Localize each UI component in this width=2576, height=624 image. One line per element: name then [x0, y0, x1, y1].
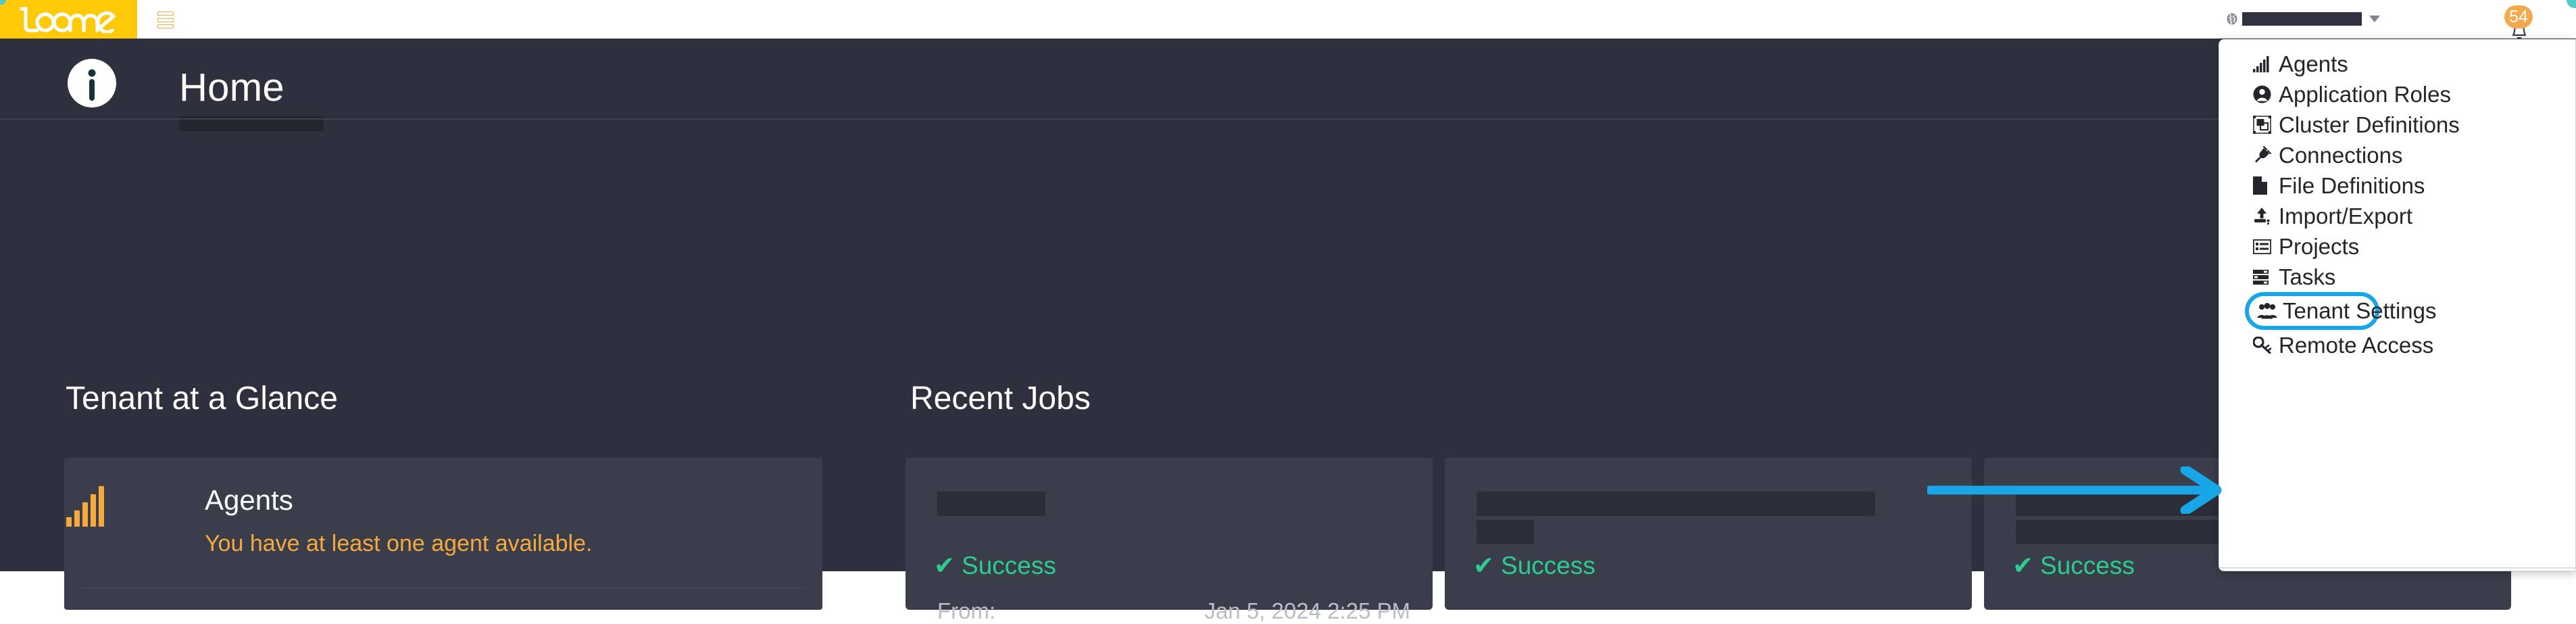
check-icon: ✔: [2012, 552, 2034, 579]
job-from-label: From:: [937, 598, 996, 623]
top-bar: 54: [0, 0, 2576, 41]
tenant-selector[interactable]: [2226, 9, 2380, 28]
job-card[interactable]: ✔ Success: [1445, 458, 1972, 610]
menu-item-import-export[interactable]: Import/Export: [2219, 201, 2575, 231]
menu-item-connections[interactable]: Connections: [2219, 140, 2575, 170]
tasks-icon: [2253, 267, 2273, 287]
loome-wordmark: [19, 6, 116, 33]
menu-item-label: Tasks: [2279, 264, 2336, 289]
job-status: ✔ Success: [2012, 551, 2135, 580]
menu-item-label: Projects: [2279, 233, 2360, 259]
signal-bars-icon: [2253, 54, 2273, 74]
signal-bars-icon: [66, 486, 105, 527]
menu-item-cluster-definitions[interactable]: Cluster Definitions: [2219, 110, 2575, 140]
list-icon: [2253, 237, 2273, 257]
hamburger-bar: [157, 11, 174, 16]
check-icon: ✔: [934, 552, 956, 579]
header-divider: [0, 118, 2576, 120]
chevron-down-icon[interactable]: [2369, 16, 2380, 22]
tenant-settings-dropdown-menu[interactable]: Agents Application Roles Cluster Definit: [2219, 39, 2576, 571]
job-name-redacted: [937, 491, 1045, 516]
job-card[interactable]: ✔ Success From: Jan 5, 2024 2:25 PM: [906, 458, 1433, 623]
hamburger-bar: [157, 18, 174, 22]
menu-item-label: Remote Access: [2279, 332, 2434, 358]
check-icon: ✔: [1473, 552, 1495, 579]
menu-item-remote-access[interactable]: Remote Access: [2219, 330, 2575, 360]
menu-item-tasks[interactable]: Tasks: [2219, 262, 2575, 292]
job-from-value: Jan 5, 2024 2:25 PM: [1204, 598, 1410, 623]
globe-icon: [2226, 13, 2238, 25]
job-subname-redacted: [1477, 520, 1534, 544]
tenant-name-redacted: [2242, 12, 2362, 26]
menu-item-agents[interactable]: Agents: [2219, 49, 2575, 79]
app-logo[interactable]: [0, 0, 137, 39]
notifications-button[interactable]: 54: [2500, 5, 2538, 41]
plug-icon: [2253, 145, 2273, 166]
menu-toggle-button[interactable]: [157, 11, 174, 28]
key-icon: [2253, 335, 2273, 356]
info-circle-icon: [66, 57, 118, 110]
menu-item-label: Import/Export: [2279, 203, 2413, 229]
menu-item-label: Tenant Settings: [2283, 298, 2437, 323]
menu-item-label: Connections: [2279, 142, 2403, 168]
page-body: Home Tenant at a Glance Agents You have …: [0, 39, 2576, 623]
notification-count-badge: 54: [2504, 5, 2533, 28]
menu-item-label: Cluster Definitions: [2279, 112, 2460, 137]
menu-item-tenant-settings[interactable]: Tenant Settings: [2245, 292, 2437, 330]
users-group-icon: [2257, 301, 2277, 321]
user-circle-icon: [2253, 85, 2273, 105]
agents-card-title: Agents: [205, 484, 293, 516]
menu-item-file-definitions[interactable]: File Definitions: [2219, 170, 2575, 201]
job-from-row: From: Jan 5, 2024 2:25 PM: [937, 598, 1410, 624]
tenant-at-a-glance-title: Tenant at a Glance: [66, 381, 338, 416]
menu-item-application-roles[interactable]: Application Roles: [2219, 79, 2575, 110]
agents-card-message: You have at least one agent available.: [205, 531, 593, 556]
job-status-label: Success: [1501, 552, 1595, 579]
file-icon: [2253, 176, 2273, 196]
menu-item-label: Agents: [2279, 51, 2348, 76]
recent-jobs-title: Recent Jobs: [910, 381, 1091, 416]
menu-item-label: File Definitions: [2279, 172, 2425, 198]
job-status-label: Success: [962, 552, 1056, 579]
job-status: ✔ Success: [934, 551, 1056, 580]
menu-item-projects[interactable]: Projects: [2219, 231, 2575, 262]
job-name-redacted: [1477, 491, 1875, 516]
menu-item-label: Application Roles: [2279, 81, 2451, 107]
hamburger-bar: [157, 24, 174, 28]
page-header: Home: [0, 39, 2576, 131]
job-status: ✔ Success: [1473, 551, 1595, 580]
menu-bottom-divider: [2219, 567, 2576, 569]
upload-icon: [2253, 206, 2273, 226]
job-status-label: Success: [2040, 552, 2135, 579]
card-divider: [82, 587, 805, 588]
page-title: Home: [179, 66, 284, 110]
cluster-icon: [2253, 115, 2273, 135]
